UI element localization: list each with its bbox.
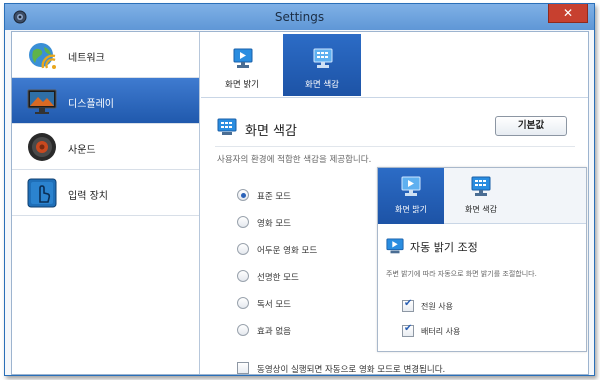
checkbox[interactable] bbox=[402, 323, 414, 337]
radio-label: 표준 모드 bbox=[257, 192, 291, 202]
tab-label: 화면 색감 bbox=[305, 80, 339, 90]
color-screen-icon bbox=[313, 48, 333, 68]
inset-brightness-panel: 화면 밝기 화면 색감 자동 밝기 조정 주변 밝기에 따라 자동으로 화면 밝… bbox=[377, 167, 587, 352]
checkbox-label: 동영상이 실행되면 자동으로 영화 모드로 변경됩니다. bbox=[257, 365, 446, 375]
tab-color[interactable]: 화면 색감 bbox=[283, 34, 361, 96]
sidebar-item-label: 네트워크 bbox=[68, 53, 105, 64]
inset-tab-bar: 화면 밝기 화면 색감 bbox=[378, 168, 586, 224]
color-screen-icon bbox=[217, 118, 237, 135]
touch-hand-icon bbox=[27, 178, 57, 208]
radio-button[interactable] bbox=[237, 297, 249, 309]
speaker-icon bbox=[28, 133, 56, 161]
checkbox-label: 전원 사용 bbox=[421, 302, 453, 311]
tab-label: 화면 밝기 bbox=[225, 80, 259, 90]
sidebar-item-label: 입력 장치 bbox=[68, 191, 108, 202]
radio-label: 효과 없음 bbox=[257, 327, 291, 337]
checkbox[interactable] bbox=[402, 298, 414, 312]
radio-label: 영화 모드 bbox=[257, 219, 291, 229]
sidebar-item-display[interactable]: 디스플레이 bbox=[12, 78, 199, 124]
brightness-screen-icon bbox=[386, 238, 404, 254]
settings-window: Settings ✕ 네트워크 디스플레이 사운드 입력 장치 화면 밝기 화면… bbox=[4, 3, 595, 376]
tab-brightness[interactable]: 화면 밝기 bbox=[203, 34, 281, 96]
monitor-icon bbox=[27, 89, 57, 114]
section-description: 사용자의 환경에 적합한 색감을 제공합니다. bbox=[217, 155, 372, 165]
tab-label: 화면 색감 bbox=[465, 205, 497, 214]
content-area: 네트워크 디스플레이 사운드 입력 장치 화면 밝기 화면 색감 화면 색감 기… bbox=[11, 31, 589, 375]
color-screen-icon bbox=[471, 176, 491, 196]
radio-button[interactable] bbox=[237, 270, 249, 282]
radio-label: 독서 모드 bbox=[257, 300, 291, 310]
checkbox-label: 배터리 사용 bbox=[421, 327, 461, 336]
tab-label: 화면 밝기 bbox=[395, 205, 427, 214]
radio-button[interactable] bbox=[237, 189, 249, 201]
brightness-screen-icon bbox=[233, 48, 253, 68]
sidebar-item-sound[interactable]: 사운드 bbox=[12, 124, 199, 170]
brightness-screen-icon bbox=[401, 176, 421, 196]
globe-wifi-icon bbox=[29, 43, 56, 69]
close-button[interactable]: ✕ bbox=[548, 4, 588, 23]
radio-label: 선명한 모드 bbox=[257, 273, 299, 283]
radio-button[interactable] bbox=[237, 243, 249, 255]
inset-title: 자동 밝기 조정 bbox=[410, 241, 478, 254]
window-title: Settings bbox=[274, 10, 325, 24]
sidebar-item-label: 디스플레이 bbox=[68, 99, 114, 110]
title-bar[interactable]: Settings ✕ bbox=[5, 4, 594, 30]
inset-tab-brightness[interactable]: 화면 밝기 bbox=[378, 168, 444, 224]
tab-bar: 화면 밝기 화면 색감 bbox=[201, 32, 588, 98]
section-title: 화면 색감 bbox=[245, 124, 297, 139]
radio-button[interactable] bbox=[237, 324, 249, 336]
radio-label: 어두운 영화 모드 bbox=[257, 246, 318, 256]
main-panel: 화면 밝기 화면 색감 화면 색감 기본값 사용자의 환경에 적합한 색감을 제… bbox=[201, 32, 588, 375]
sidebar-item-label: 사운드 bbox=[68, 145, 96, 156]
radio-button[interactable] bbox=[237, 216, 249, 228]
sidebar-item-input-device[interactable]: 입력 장치 bbox=[12, 170, 199, 216]
default-button[interactable]: 기본값 bbox=[495, 116, 567, 136]
sidebar-item-network[interactable]: 네트워크 bbox=[12, 32, 199, 78]
sidebar: 네트워크 디스플레이 사운드 입력 장치 bbox=[12, 32, 200, 374]
inset-tab-color[interactable]: 화면 색감 bbox=[448, 168, 514, 224]
section-divider bbox=[215, 146, 575, 147]
checkbox[interactable] bbox=[237, 362, 249, 374]
inset-description: 주변 밝기에 따라 자동으로 화면 밝기를 조절합니다. bbox=[386, 270, 537, 278]
